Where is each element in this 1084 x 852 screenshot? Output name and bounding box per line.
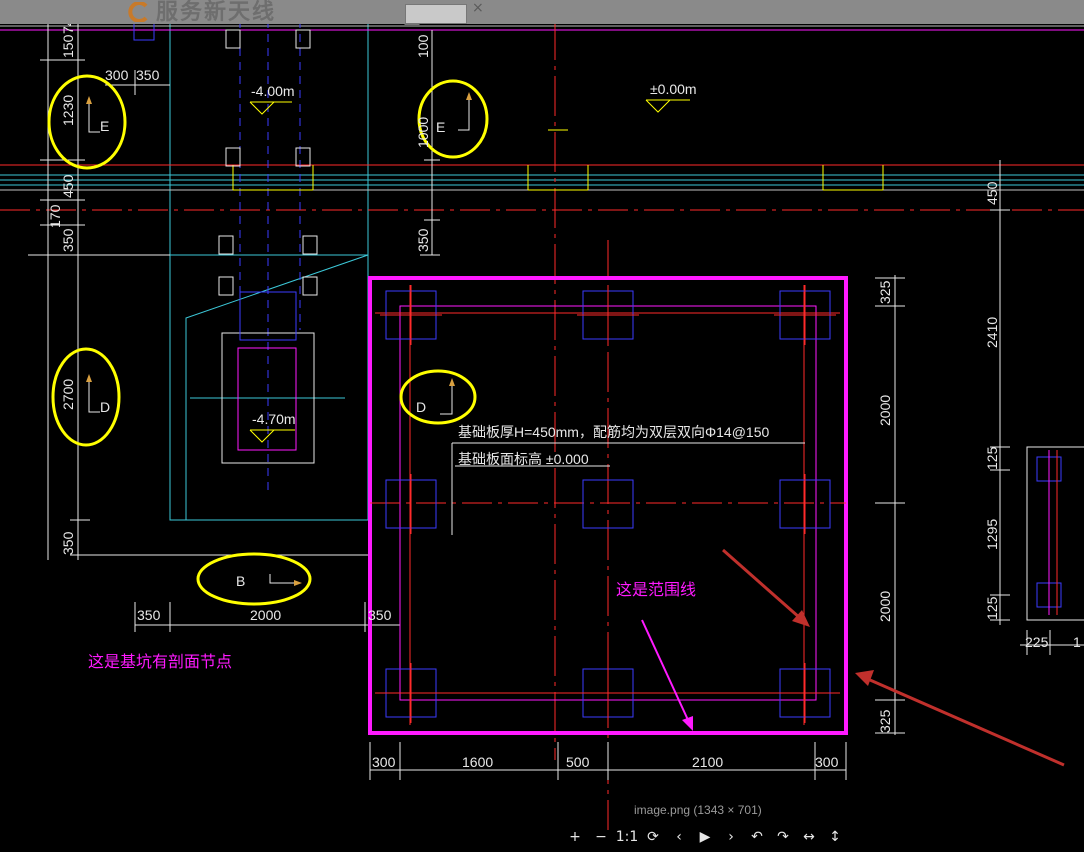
level-label: -4.70m: [252, 411, 296, 427]
plate-note: 基础板厚H=450mm，配筋均为双层双向Φ14@150: [458, 424, 769, 440]
dim-text-vertical: 1000: [415, 117, 431, 148]
dim-text: 1600: [462, 754, 493, 770]
section-letter: D: [100, 399, 110, 415]
flip-horizontal-button[interactable]: ↔: [796, 826, 822, 848]
image-caption: image.png (1343 × 701): [634, 803, 762, 817]
section-letter: E: [100, 118, 109, 134]
dim-text-vertical: 2410: [984, 317, 1000, 348]
section-letter: B: [236, 573, 245, 589]
dim-text-vertical: 325: [877, 280, 893, 304]
dim-text: 2100: [692, 754, 723, 770]
brand-name: 服务新天线: [156, 0, 277, 24]
brand-logo-icon: [128, 2, 148, 22]
zoom-out-button[interactable]: −: [588, 826, 614, 848]
dim-text-vertical: 450: [984, 181, 1000, 205]
play-button[interactable]: ▶: [692, 826, 718, 848]
plate-elevation-note: 基础板面标高 ±0.000: [458, 451, 589, 467]
dim-text-vertical: 2000: [877, 591, 893, 622]
dim-text: 350: [136, 67, 160, 83]
dim-text-vertical: 2700: [60, 379, 76, 410]
zoom-in-button[interactable]: +: [562, 826, 588, 848]
dim-text: 350: [368, 607, 392, 623]
next-button[interactable]: ›: [718, 826, 744, 848]
range-annotation: 这是范围线: [616, 580, 697, 599]
dim-text: 350: [137, 607, 161, 623]
dim-text-vertical: 125: [984, 596, 1000, 620]
dim-text-vertical: 2000: [877, 395, 893, 426]
dim-text-vertical: 350: [60, 228, 76, 252]
refresh-button[interactable]: ⟳: [640, 826, 666, 848]
rotate-right-button[interactable]: ↷: [770, 826, 796, 848]
previous-button[interactable]: ‹: [666, 826, 692, 848]
section-letter: D: [416, 399, 426, 415]
pit-annotation: 这是基坑有剖面节点: [88, 652, 233, 671]
dim-text-vertical: 350: [415, 228, 431, 252]
actual-size-button[interactable]: 1:1: [614, 826, 640, 848]
dim-text-vertical: 1295: [984, 519, 1000, 550]
left-dimensions: [28, 20, 440, 632]
dim-text-vertical: 150: [60, 34, 76, 58]
right-dimensions: [875, 160, 1084, 735]
dim-text-vertical: 170: [47, 204, 63, 228]
right-column-detail: [1036, 450, 1062, 615]
dim-text-vertical: 325: [877, 709, 893, 733]
flip-vertical-button[interactable]: ↕: [822, 826, 848, 848]
viewer-toolbar: + −1:1 ⟳ ‹ ▶ › ↶ ↷ ↔ ↕: [562, 826, 848, 848]
dim-text-vertical: 350: [60, 531, 76, 555]
qr-code-icon: [405, 4, 467, 24]
dim-text-vertical: 450: [60, 174, 76, 198]
columns-left: [133, 7, 420, 296]
bottom-dimensions: [369, 742, 847, 780]
level-label: ±0.00m: [650, 81, 697, 97]
dim-text-vertical: 125: [984, 446, 1000, 470]
level-label: -4.00m: [251, 83, 295, 99]
rotate-left-button[interactable]: ↶: [744, 826, 770, 848]
dim-text: 300: [372, 754, 396, 770]
dim-text: 2000: [250, 607, 281, 623]
close-icon[interactable]: ×: [472, 0, 484, 16]
cad-drawing-canvas: -4.00m ±0.00m -4.70m E E D D B 基础板厚H=450…: [0, 7, 1084, 830]
dim-text: 500: [566, 754, 590, 770]
dim-text: 225: [1025, 634, 1049, 650]
section-letter: E: [436, 119, 445, 135]
dim-text: 1: [1073, 634, 1081, 650]
dim-text-vertical: 100: [415, 34, 431, 58]
dim-text-vertical: 1230: [60, 95, 76, 126]
dim-text: 300: [105, 67, 129, 83]
dim-text: 300: [815, 754, 839, 770]
